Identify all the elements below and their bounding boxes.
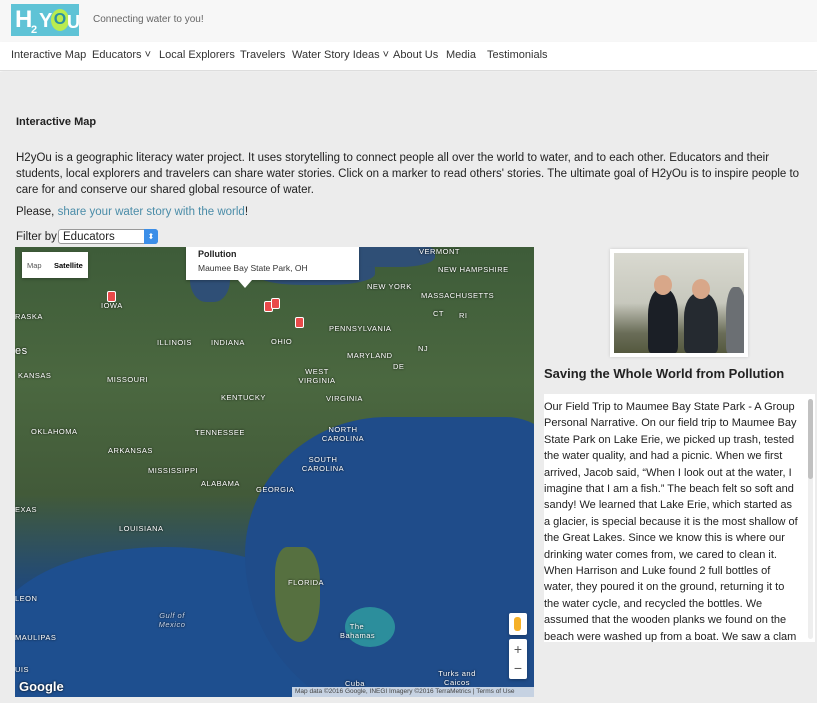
map-label: RASKA (15, 312, 43, 321)
site-logo[interactable]: H 2 Y O U (11, 4, 80, 36)
map-label: KANSAS (18, 371, 52, 380)
map-label: FLORIDA (288, 578, 325, 587)
main-content: Interactive Map H2yOu is a geographic li… (0, 72, 817, 703)
map-label: Gulf of Mexico (158, 611, 186, 629)
map-type-satellite-button[interactable]: Satellite (54, 261, 83, 270)
map-label: NEW YORK (367, 282, 412, 291)
map-label: ILLINOIS (157, 338, 192, 347)
story-photo (610, 249, 748, 357)
map-label: MISSOURI (107, 375, 149, 384)
map-label: LEON (15, 594, 38, 603)
nav-testimonials[interactable]: Testimonials (487, 49, 548, 61)
map-label: es (15, 345, 28, 357)
map-label: ARKANSAS (108, 446, 153, 455)
street-view-pegman-icon[interactable] (509, 613, 527, 635)
map-label: PENNSYLVANIA (329, 324, 392, 333)
map-label: IOWA (101, 301, 123, 310)
map-label: OHIO (271, 337, 293, 346)
map-label: EXAS (15, 505, 38, 514)
map-label: MASSACHUSETTS (421, 291, 495, 300)
interactive-map[interactable]: VERMONT NEW HAMPSHIRE NEW YORK MASSACHUS… (15, 247, 534, 697)
map-label: DE (393, 362, 405, 371)
map-label: VERMONT (419, 247, 460, 256)
map-type-map-button[interactable]: Map (27, 261, 42, 270)
map-label: SOUTH CAROLINA (301, 455, 345, 473)
story-marker[interactable] (295, 317, 304, 328)
site-tagline: Connecting water to you! (93, 14, 204, 25)
nav-about-us[interactable]: About Us (393, 49, 438, 61)
map-label: VIRGINIA (326, 394, 363, 403)
map-label: Turks and Caicos (438, 669, 476, 687)
map-label: CT (433, 309, 444, 318)
select-arrows-icon: ⬍ (144, 229, 158, 244)
map-label: GEORGIA (256, 485, 295, 494)
main-nav: Interactive Map Educators ˅ Local Explor… (0, 42, 817, 71)
story-marker[interactable] (271, 298, 280, 309)
map-label: TENNESSEE (195, 428, 245, 437)
google-logo[interactable]: Google (19, 679, 64, 694)
story-scrollbar[interactable] (808, 399, 813, 639)
share-prompt: Please, share your water story with the … (16, 206, 249, 218)
map-label: KENTUCKY (221, 393, 266, 402)
info-window-title[interactable]: Pollution (198, 249, 237, 259)
nav-interactive-map[interactable]: Interactive Map (11, 49, 86, 61)
zoom-out-button[interactable]: − (509, 660, 527, 676)
site-header: H 2 Y O U Connecting water to you! (0, 0, 817, 43)
map-info-window: Pollution Maumee Bay State Park, OH (186, 247, 359, 288)
zoom-control: + − (509, 639, 527, 679)
nav-educators[interactable]: Educators ˅ (92, 49, 151, 61)
story-body: Our Field Trip to Maumee Bay State Park … (544, 401, 798, 642)
info-window-location: Maumee Bay State Park, OH (198, 263, 308, 273)
page-title: Interactive Map (16, 116, 97, 128)
map-label: MISSISSIPPI (148, 466, 199, 475)
nav-travelers[interactable]: Travelers (240, 49, 285, 61)
map-type-control: Map Satellite (22, 252, 88, 278)
share-story-link[interactable]: share your water story with the world (58, 206, 245, 218)
zoom-in-button[interactable]: + (509, 641, 527, 657)
story-scrollbar-thumb[interactable] (808, 399, 813, 479)
map-label: NEW HAMPSHIRE (438, 265, 509, 274)
map-label: UIS (15, 665, 30, 674)
map-label: RI (459, 311, 468, 320)
story-panel[interactable]: Our Field Trip to Maumee Bay State Park … (544, 394, 815, 642)
story-title: Saving the Whole World from Pollution (544, 366, 785, 381)
map-label: NJ (418, 344, 429, 353)
intro-paragraph: H2yOu is a geographic literacy water pro… (16, 152, 800, 196)
map-florida-land (275, 547, 320, 642)
nav-water-story-ideas[interactable]: Water Story Ideas ˅ (292, 49, 389, 61)
filter-select[interactable]: Educators ⬍ (58, 229, 158, 244)
nav-media[interactable]: Media (446, 49, 476, 61)
filter-label: Filter by (16, 231, 57, 243)
map-label: The Bahamas (340, 622, 376, 640)
map-label: WEST VIRGINIA (298, 367, 336, 385)
story-photo-image (614, 253, 744, 353)
map-attribution[interactable]: Map data ©2016 Google, INEGI Imagery ©20… (292, 687, 534, 697)
map-label: MARYLAND (347, 351, 393, 360)
map-label: LOUISIANA (119, 524, 164, 533)
map-label: OKLAHOMA (31, 427, 78, 436)
map-label: INDIANA (211, 338, 245, 347)
map-label: ALABAMA (201, 479, 240, 488)
story-marker[interactable] (107, 291, 116, 302)
map-label: NORTH CAROLINA (321, 425, 365, 443)
map-label: MAULIPAS (15, 633, 57, 642)
nav-local-explorers[interactable]: Local Explorers (159, 49, 235, 61)
